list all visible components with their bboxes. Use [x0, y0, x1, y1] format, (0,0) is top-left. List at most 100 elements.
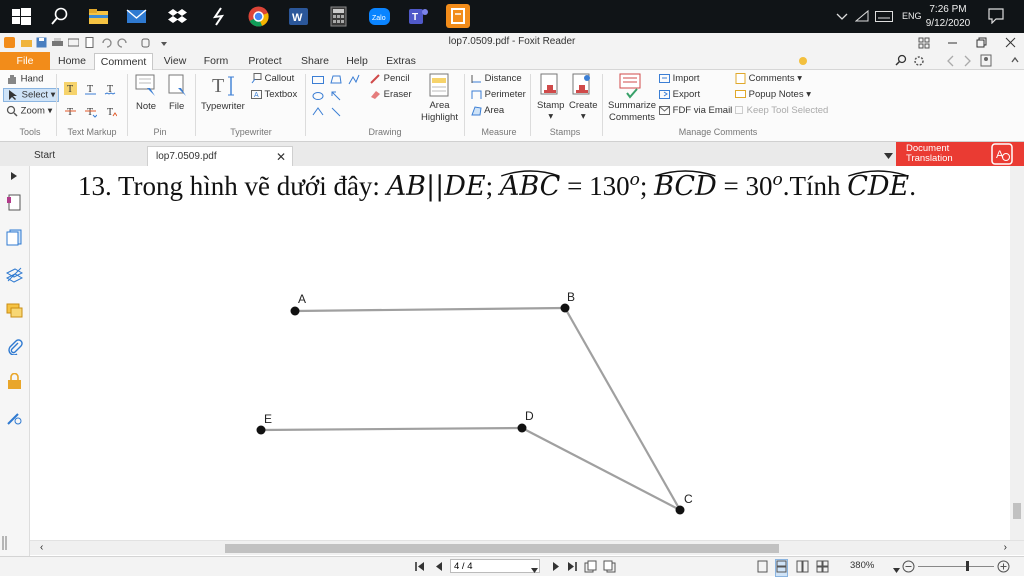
area-highlight-icon[interactable]: [428, 73, 450, 100]
create-stamp-icon[interactable]: [571, 73, 593, 100]
tab-view[interactable]: View: [158, 53, 192, 70]
scroll-left-icon[interactable]: ‹: [40, 542, 43, 553]
cloud-icon[interactable]: [348, 74, 360, 89]
textbox-button[interactable]: A Textbox: [251, 89, 297, 100]
dropbox-icon[interactable]: [166, 5, 189, 28]
previous-view-icon[interactable]: [584, 560, 597, 576]
typewriter-label[interactable]: Typewriter: [201, 101, 245, 112]
insert-text-icon[interactable]: T: [104, 105, 118, 121]
tab-help[interactable]: Help: [340, 53, 374, 70]
lightning-app-icon[interactable]: [207, 5, 230, 28]
area-highlight-label[interactable]: Area Highlight: [421, 100, 458, 124]
summarize-comments-label[interactable]: Summarize Comments: [608, 100, 656, 124]
search-icon[interactable]: [895, 54, 907, 69]
collapse-ribbon-icon[interactable]: [1010, 55, 1020, 68]
perimeter-button[interactable]: Perimeter: [471, 89, 526, 100]
select-tool-button[interactable]: Select ▾: [3, 88, 60, 102]
squiggly-text-icon[interactable]: T: [104, 82, 117, 98]
continuous-view-icon[interactable]: [775, 559, 788, 577]
fdf-via-email-button[interactable]: FDF via Email: [659, 105, 732, 116]
keep-tool-selected-checkbox[interactable]: Keep Tool Selected: [735, 105, 828, 116]
hand-tool-button[interactable]: Hand: [6, 73, 43, 85]
horizontal-scrollbar[interactable]: ‹ ›: [30, 540, 1024, 555]
zoom-slider-thumb[interactable]: [966, 561, 969, 571]
zoom-dropdown-icon[interactable]: [893, 564, 900, 576]
stamp-icon[interactable]: [539, 73, 561, 100]
pdf-page[interactable]: 13. Trong hình vẽ dưới đây: AB||DE; ABC …: [36, 166, 1010, 540]
strikeout-text-icon[interactable]: T: [64, 105, 77, 121]
tell-me-icon[interactable]: [797, 55, 809, 70]
first-page-icon[interactable]: [414, 561, 426, 575]
rectangle-icon[interactable]: [312, 75, 324, 88]
system-clock[interactable]: 7:26 PM 9/12/2020: [918, 3, 978, 31]
chrome-icon[interactable]: [247, 5, 270, 28]
popup-notes-dropdown[interactable]: Popup Notes ▾: [735, 89, 811, 100]
tab-comment[interactable]: Comment: [94, 53, 153, 70]
document-translation-button[interactable]: Document Translation A: [896, 142, 1024, 166]
underline-text-icon[interactable]: T: [84, 82, 97, 98]
search-settings-icon[interactable]: [913, 55, 925, 70]
distance-button[interactable]: Distance: [471, 73, 522, 84]
zoom-level[interactable]: 380%: [850, 560, 874, 571]
tab-extras[interactable]: Extras: [380, 53, 422, 70]
tab-file[interactable]: File: [0, 52, 50, 70]
pencil-button[interactable]: Pencil: [370, 73, 410, 84]
callout-button[interactable]: Callout: [251, 73, 294, 84]
next-page-icon[interactable]: [551, 561, 561, 575]
close-tab-icon[interactable]: ✕: [276, 147, 286, 167]
foxit-icon[interactable]: [446, 4, 470, 28]
single-page-view-icon[interactable]: [757, 560, 768, 576]
polyline-icon[interactable]: [312, 107, 324, 120]
last-page-icon[interactable]: [566, 561, 578, 575]
ribbon-display-icon[interactable]: [918, 37, 930, 49]
zoom-in-icon[interactable]: [997, 560, 1010, 576]
teams-icon[interactable]: T: [407, 5, 430, 28]
page-number-input[interactable]: [450, 559, 540, 573]
replace-text-icon[interactable]: T: [84, 105, 98, 121]
pages-icon[interactable]: [6, 229, 23, 246]
zoom-out-icon[interactable]: [902, 560, 915, 576]
mail-icon[interactable]: [125, 5, 148, 28]
comments-dropdown[interactable]: Comments ▾: [735, 73, 802, 84]
file-attachment-icon[interactable]: [166, 74, 188, 101]
start-icon[interactable]: [10, 5, 33, 28]
oval-icon[interactable]: [312, 91, 324, 104]
tab-home[interactable]: Home: [53, 53, 91, 70]
note-icon[interactable]: [135, 74, 157, 101]
eraser-button[interactable]: Eraser: [370, 89, 412, 100]
tab-share[interactable]: Share: [296, 53, 334, 70]
tab-start[interactable]: Start: [26, 146, 146, 166]
signature-icon[interactable]: [6, 409, 23, 426]
line-icon[interactable]: [330, 106, 342, 121]
import-button[interactable]: Import: [659, 73, 700, 84]
stamp-label[interactable]: Stamp ▾: [537, 100, 564, 122]
horizontal-scroll-thumb[interactable]: [225, 544, 779, 553]
zoom-slider-track[interactable]: [918, 566, 994, 567]
zalo-icon[interactable]: Zalo: [368, 5, 391, 28]
attachment-icon[interactable]: [6, 338, 23, 356]
previous-page-icon[interactable]: [434, 561, 444, 575]
tab-form[interactable]: Form: [198, 53, 234, 70]
continuous-facing-view-icon[interactable]: [816, 560, 829, 576]
vertical-scroll-thumb[interactable]: [1013, 503, 1021, 519]
tab-document[interactable]: lop7.0509.pdf ✕: [147, 146, 293, 166]
previous-result-icon[interactable]: [946, 55, 956, 70]
comments-panel-icon[interactable]: [6, 302, 23, 319]
tab-protect[interactable]: Protect: [242, 53, 288, 70]
create-label[interactable]: Create ▾: [569, 100, 598, 122]
next-view-icon[interactable]: [603, 560, 616, 576]
vertical-scrollbar[interactable]: [1010, 166, 1024, 540]
restore-icon[interactable]: [976, 37, 987, 48]
expand-panel-icon[interactable]: [10, 171, 27, 188]
panel-resize-handle[interactable]: [2, 536, 8, 553]
zoom-tool-button[interactable]: Zoom ▾: [6, 105, 52, 117]
next-result-icon[interactable]: [962, 55, 972, 70]
area-measure-button[interactable]: Area: [471, 105, 504, 116]
scroll-right-icon[interactable]: ›: [1004, 542, 1007, 553]
security-lock-icon[interactable]: [6, 372, 23, 390]
bookmark-icon[interactable]: [6, 194, 23, 211]
word-icon[interactable]: W: [287, 5, 310, 28]
highlight-text-icon[interactable]: T: [64, 82, 77, 98]
note-label[interactable]: Note: [136, 101, 156, 112]
polygon-icon[interactable]: [330, 75, 342, 88]
